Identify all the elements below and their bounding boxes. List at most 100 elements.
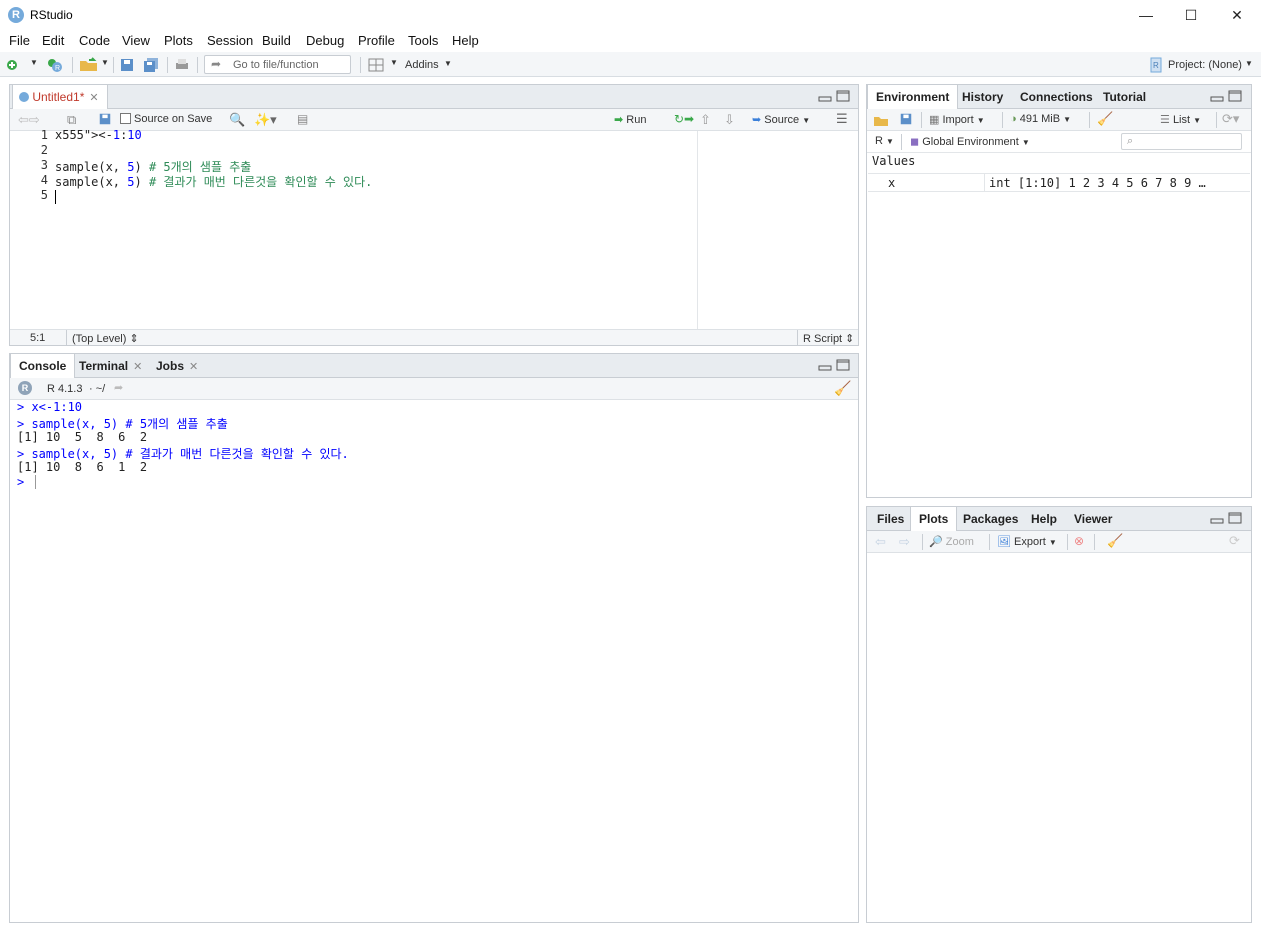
tab-terminal[interactable]: Terminal ✕ — [71, 354, 150, 378]
clear-plots-broom-icon[interactable]: 🧹 — [1107, 533, 1123, 549]
menu-edit[interactable]: Edit — [42, 33, 64, 48]
new-file-dropdown-icon[interactable]: ▼ — [30, 58, 38, 67]
menu-debug[interactable]: Debug — [306, 33, 344, 48]
minimize-button[interactable]: — — [1123, 0, 1169, 30]
run-label: Run — [626, 114, 647, 126]
clear-env-broom-icon[interactable]: 🧹 — [1097, 111, 1113, 127]
goto-placeholder: Go to file/function — [233, 59, 319, 71]
memory-usage-button[interactable]: ◑ 491 MiB ▼ — [1010, 113, 1071, 125]
editor-save-icon[interactable] — [98, 112, 112, 126]
tab-tutorial[interactable]: Tutorial — [1095, 85, 1154, 109]
minimize-env-icon[interactable] — [1210, 92, 1224, 102]
save-icon[interactable] — [119, 57, 135, 73]
menu-plots[interactable]: Plots — [164, 33, 193, 48]
tab-viewer-label: Viewer — [1074, 512, 1113, 526]
menu-session[interactable]: Session — [207, 33, 253, 48]
source-on-save-checkbox[interactable]: Source on Save — [120, 113, 212, 125]
zoom-button[interactable]: 🔎 Zoom — [929, 535, 974, 548]
back-icon[interactable]: ⇦⇨ — [18, 112, 40, 128]
list-view-button[interactable]: ☰ List ▼ — [1160, 113, 1201, 126]
prev-plot-icon[interactable]: ⇦ — [875, 534, 886, 550]
env-row[interactable]: x int [1:10] 1 2 3 4 5 6 7 8 9 … — [868, 173, 1250, 192]
refresh-env-icon[interactable]: ⟳▾ — [1222, 111, 1239, 127]
close-jobs-icon[interactable]: ✕ — [189, 361, 198, 373]
save-workspace-icon[interactable] — [899, 112, 913, 126]
console-tabstrip: Console Terminal ✕ Jobs ✕ — [10, 354, 858, 379]
refresh-plots-icon[interactable]: ⟳ — [1229, 533, 1240, 549]
print-icon[interactable] — [174, 57, 190, 73]
maximize-files-icon[interactable] — [1228, 512, 1242, 524]
new-file-icon[interactable] — [6, 57, 22, 73]
console-output[interactable]: > x<-1:10 > sample(x, 5) # 5개의 샘플 추출 [1]… — [10, 400, 858, 920]
tab-plots[interactable]: Plots — [910, 507, 958, 532]
environment-pane: Environment History Connections Tutorial… — [866, 84, 1252, 498]
clear-console-icon[interactable]: 🧹 — [834, 380, 851, 397]
maximize-pane-icon[interactable] — [836, 90, 850, 102]
find-icon[interactable]: 🔍 — [229, 112, 245, 128]
maximize-button[interactable]: ☐ — [1168, 0, 1214, 30]
export-button[interactable]: 🖼 Export ▼ — [997, 535, 1057, 548]
project-dropdown-icon[interactable]: ▼ — [1245, 59, 1253, 68]
open-folder-icon[interactable] — [79, 57, 99, 73]
zoom-label: Zoom — [945, 536, 974, 548]
minimize-pane-icon[interactable] — [818, 92, 832, 102]
maximize-console-icon[interactable] — [836, 359, 850, 371]
maximize-env-icon[interactable] — [1228, 90, 1242, 102]
env-search-input[interactable]: ⌕ — [1121, 133, 1242, 150]
code-tools-wand-icon[interactable]: ✨▾ — [254, 112, 277, 128]
menu-file[interactable]: File — [9, 33, 30, 48]
language-selector[interactable]: R ▼ — [875, 135, 894, 147]
save-all-icon[interactable] — [143, 57, 159, 73]
layout-dropdown-icon[interactable]: ▼ — [390, 58, 398, 67]
pane-layout-icon[interactable] — [368, 57, 384, 73]
outline-icon[interactable]: ☰ — [836, 111, 848, 127]
file-type-selector[interactable]: R Script ⇕ — [803, 332, 854, 345]
minimize-files-icon[interactable] — [1210, 514, 1224, 524]
tab-packages[interactable]: Packages — [955, 507, 1026, 531]
run-button[interactable]: ➡ Run — [614, 113, 646, 126]
next-plot-icon[interactable]: ⇨ — [899, 534, 910, 550]
close-terminal-icon[interactable]: ✕ — [133, 361, 142, 373]
tab-files[interactable]: Files — [869, 507, 912, 531]
compile-report-icon[interactable]: ▤ — [297, 112, 308, 126]
tab-help[interactable]: Help — [1023, 507, 1065, 531]
go-to-dir-icon[interactable]: ➦ — [114, 381, 123, 394]
open-dropdown-icon[interactable]: ▼ — [101, 58, 109, 67]
new-project-icon[interactable]: R — [47, 57, 63, 73]
goto-file-input[interactable]: ➦ Go to file/function — [204, 55, 351, 74]
scope-selector[interactable]: (Top Level) ⇕ — [72, 332, 139, 345]
show-in-window-icon[interactable]: ⧉ — [67, 112, 76, 128]
load-workspace-icon[interactable] — [873, 112, 889, 128]
menu-tools[interactable]: Tools — [408, 33, 438, 48]
addins-menu[interactable]: Addins — [405, 59, 439, 71]
menu-view[interactable]: View — [122, 33, 150, 48]
list-label: List — [1172, 114, 1191, 126]
menu-profile[interactable]: Profile — [358, 33, 395, 48]
addins-dropdown-icon[interactable]: ▼ — [444, 59, 452, 68]
source-button[interactable]: ➥ Source ▼ — [752, 113, 810, 126]
close-button[interactable]: ✕ — [1214, 0, 1260, 30]
tab-jobs[interactable]: Jobs ✕ — [148, 354, 206, 378]
tab-history[interactable]: History — [954, 85, 1011, 109]
remove-plot-icon[interactable]: ⊗ — [1074, 534, 1084, 548]
code-editor[interactable]: 1 2 3 4 5 x555"><-1:10 sample(x, 5) # 5개… — [10, 128, 698, 329]
tab-console[interactable]: Console — [10, 354, 76, 379]
env-scope-selector[interactable]: ◼ Global Environment ▼ — [910, 135, 1030, 148]
minimize-console-icon[interactable] — [818, 361, 832, 371]
working-dir[interactable]: · ~/ — [89, 383, 105, 395]
menu-build[interactable]: Build — [262, 33, 291, 48]
tab-environment[interactable]: Environment — [867, 85, 959, 110]
go-down-icon[interactable]: ⇩ — [724, 112, 735, 128]
import-dataset-button[interactable]: ▦ Import ▼ — [929, 113, 985, 126]
close-tab-icon[interactable]: ✕ — [89, 92, 98, 104]
tab-viewer[interactable]: Viewer — [1066, 507, 1120, 531]
menu-help[interactable]: Help — [452, 33, 479, 48]
go-up-icon[interactable]: ⇧ — [700, 112, 711, 128]
tab-jobs-label: Jobs — [156, 359, 185, 373]
rerun-icon[interactable]: ↻➡ — [674, 112, 694, 126]
menu-code[interactable]: Code — [79, 33, 110, 48]
tab-untitled1[interactable]: Untitled1* ✕ — [12, 85, 108, 110]
tab-connections[interactable]: Connections — [1012, 85, 1101, 109]
project-menu[interactable]: Project: (None) — [1168, 59, 1242, 71]
list-icon: ☰ — [1160, 114, 1170, 126]
